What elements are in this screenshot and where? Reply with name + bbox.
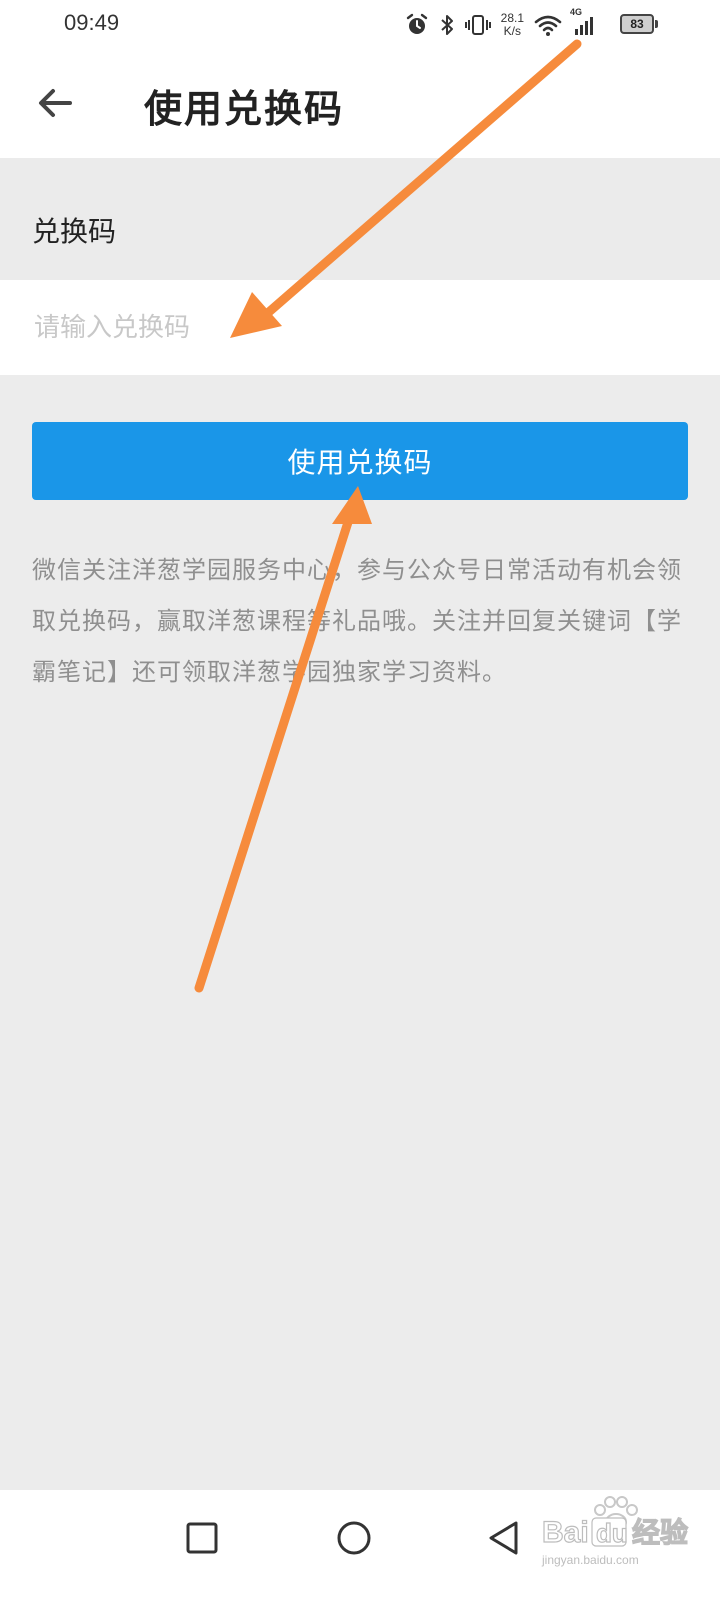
cellular-signal-icon: 4G (570, 7, 596, 37)
status-time: 09:49 (64, 10, 120, 35)
battery-icon: 83 (620, 14, 658, 34)
alarm-icon (405, 13, 429, 37)
arrow-left-icon (38, 88, 72, 122)
recents-button[interactable] (172, 1510, 232, 1570)
code-section-header: 兑换码 (0, 158, 720, 280)
code-input-row (0, 280, 720, 375)
net-speed: 28.1 K/s (501, 12, 524, 38)
network-type: 4G (570, 7, 583, 17)
wifi-icon (534, 13, 562, 37)
status-icons: 28.1 K/s 4G (405, 7, 596, 42)
bluetooth-icon (439, 13, 455, 37)
circle-icon (335, 1519, 373, 1561)
top-app-bar: 使用兑换码 (0, 50, 720, 158)
use-redeem-code-button[interactable]: 使用兑换码 (32, 422, 688, 500)
back-button[interactable] (30, 80, 80, 130)
redeem-instructions: 微信关注洋葱学园服务中心，参与公众号日常活动有机会领取兑换码，赢取洋葱课程等礼品… (32, 556, 682, 686)
triangle-back-icon (486, 1519, 522, 1561)
net-speed-unit: K/s (503, 24, 521, 38)
code-section-label: 兑换码 (32, 215, 117, 248)
system-back-button[interactable] (474, 1510, 534, 1570)
vibrate-icon (464, 13, 491, 37)
status-bar: 09:49 28.1 K/s 4G 83 (0, 0, 720, 50)
redeem-code-screen: 09:49 28.1 K/s 4G 83 使用兑换码 兑换码 请输入兑换码 使用… (0, 0, 720, 1600)
system-navigation-bar (0, 1490, 720, 1600)
page-title: 使用兑换码 (144, 86, 345, 131)
home-button[interactable] (324, 1510, 384, 1570)
redeem-code-input[interactable] (32, 302, 686, 354)
square-icon (185, 1521, 219, 1559)
